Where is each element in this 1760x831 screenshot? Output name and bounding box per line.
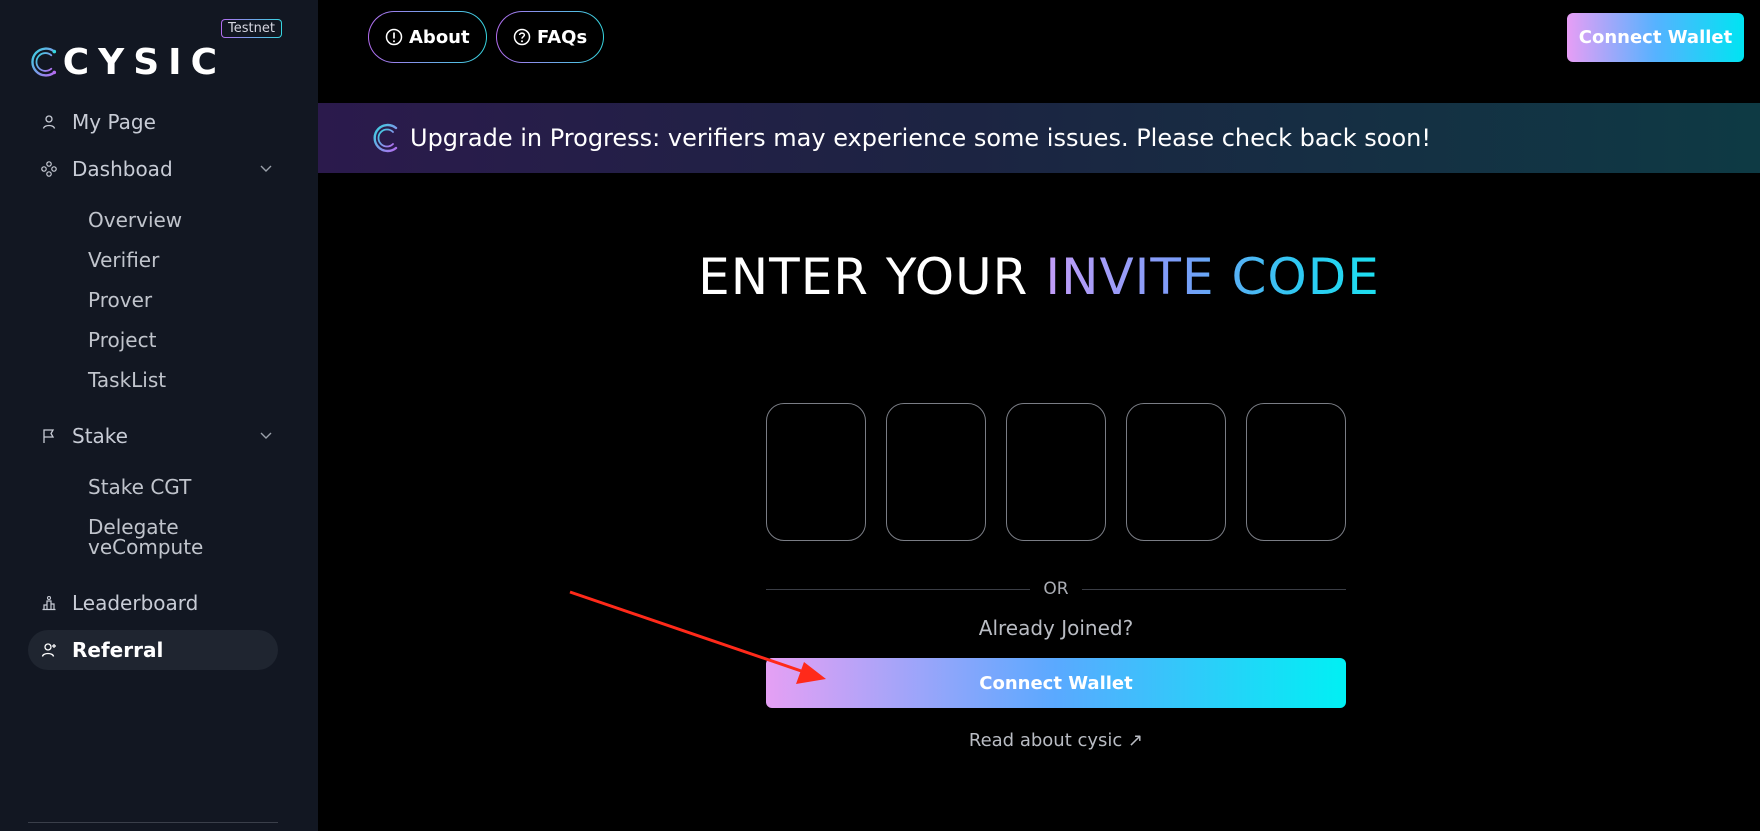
podium-icon: [40, 594, 58, 612]
page-title-gradient: INVITE CODE: [1045, 248, 1380, 306]
sidebar-item-label: Stake: [72, 424, 128, 448]
already-joined-text: Already Joined?: [978, 616, 1134, 640]
testnet-badge: Testnet: [221, 19, 282, 38]
read-about-cysic-link[interactable]: Read about cysic ↗: [766, 730, 1346, 751]
cysic-logo-icon: [31, 47, 57, 77]
dashboard-icon: [40, 160, 58, 178]
app-root: CYSIC Testnet My Page Dashboad Overview …: [0, 0, 1760, 831]
connect-wallet-button[interactable]: Connect Wallet: [766, 658, 1346, 708]
invite-code-input-1[interactable]: [766, 403, 866, 541]
or-text: OR: [1043, 579, 1069, 599]
chevron-down-icon[interactable]: [258, 427, 274, 443]
faqs-label: FAQs: [537, 26, 588, 48]
question-circle-icon: [513, 28, 531, 46]
sidebar-item-my-page[interactable]: My Page: [28, 102, 278, 142]
invite-code-input-3[interactable]: [1006, 403, 1106, 541]
about-label: About: [409, 26, 470, 48]
about-button[interactable]: About: [368, 11, 487, 63]
invite-code-input-4[interactable]: [1126, 403, 1226, 541]
info-circle-icon: [385, 28, 403, 46]
page-title: ENTER YOUR INVITE CODE: [318, 248, 1760, 306]
sidebar-subitem-verifier[interactable]: Verifier: [88, 250, 159, 270]
sidebar-item-referral[interactable]: Referral: [28, 630, 278, 670]
or-divider-left: [766, 589, 1030, 590]
upgrade-banner: Upgrade in Progress: verifiers may exper…: [318, 103, 1760, 173]
sidebar-divider: [28, 822, 278, 823]
sidebar-item-label: Dashboad: [72, 157, 173, 181]
logo-text: CYSIC: [62, 41, 226, 83]
cysic-logo[interactable]: CYSIC: [26, 38, 226, 86]
sidebar-subitem-project[interactable]: Project: [88, 330, 156, 350]
sidebar: CYSIC Testnet My Page Dashboad Overview …: [0, 0, 318, 831]
sidebar-item-label: Leaderboard: [72, 591, 199, 615]
cysic-logo-icon: [373, 123, 398, 153]
sidebar-item-label: My Page: [72, 110, 156, 134]
sidebar-item-label: Referral: [72, 638, 164, 662]
flag-icon: [40, 427, 58, 445]
banner-text: Upgrade in Progress: verifiers may exper…: [410, 124, 1431, 152]
header-connect-wallet-button[interactable]: Connect Wallet: [1567, 13, 1744, 62]
page-title-white: ENTER YOUR: [698, 248, 1046, 306]
sidebar-subitem-overview[interactable]: Overview: [88, 210, 182, 230]
sidebar-subitem-tasklist[interactable]: TaskList: [88, 370, 166, 390]
invite-code-input-2[interactable]: [886, 403, 986, 541]
sidebar-subitem-prover[interactable]: Prover: [88, 290, 152, 310]
faqs-button[interactable]: FAQs: [496, 11, 604, 63]
sidebar-subitem-delegate-vecompute[interactable]: Delegate veCompute: [88, 517, 258, 557]
invite-code-input-5[interactable]: [1246, 403, 1346, 541]
sidebar-item-leaderboard[interactable]: Leaderboard: [28, 583, 278, 623]
or-divider-right: [1082, 589, 1346, 590]
user-icon: [40, 113, 58, 131]
chevron-down-icon[interactable]: [258, 160, 274, 176]
sidebar-item-dashboard[interactable]: Dashboad: [28, 149, 278, 189]
sidebar-item-stake[interactable]: Stake: [28, 416, 278, 456]
sidebar-subitem-stake-cgt[interactable]: Stake CGT: [88, 477, 191, 497]
referral-icon: [40, 641, 58, 659]
